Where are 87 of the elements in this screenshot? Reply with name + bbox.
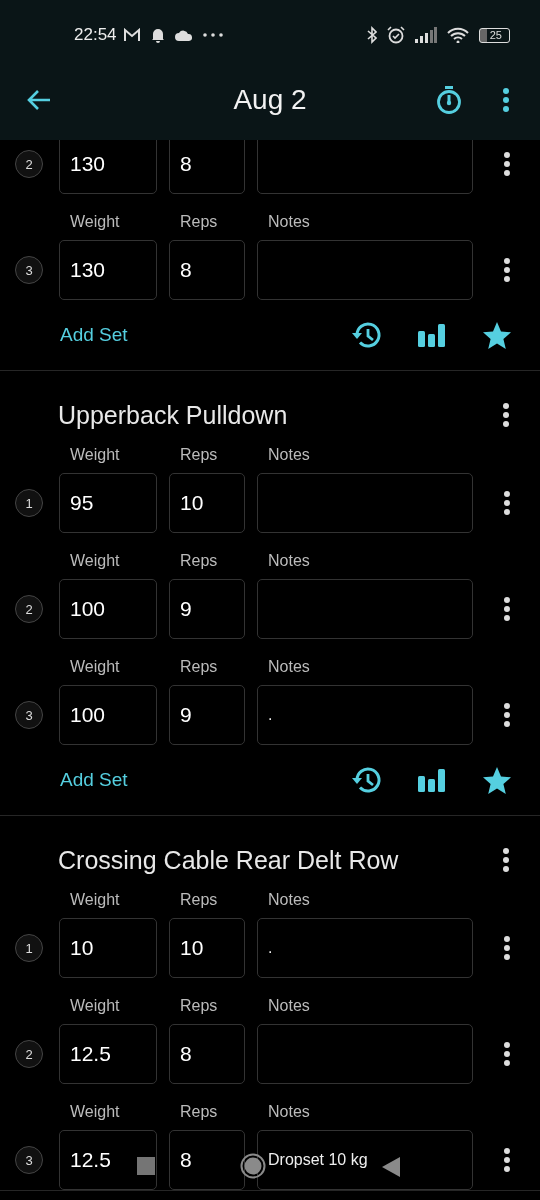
field-label: Notes — [268, 891, 310, 909]
reps-field[interactable]: 9 — [169, 685, 245, 745]
field-label: Reps — [180, 1103, 218, 1121]
bar-chart-icon[interactable] — [418, 323, 446, 347]
reps-field[interactable]: 8 — [169, 1130, 245, 1190]
weight-field[interactable]: 130 — [59, 140, 157, 194]
cloud-icon — [174, 29, 193, 41]
notes-field[interactable]: . — [257, 685, 473, 745]
notes-field[interactable]: . — [257, 918, 473, 978]
more-options-icon[interactable] — [502, 848, 510, 872]
set-number: 1 — [15, 489, 43, 517]
more-options-icon[interactable] — [503, 258, 511, 282]
screen-title: Aug 2 — [232, 84, 308, 116]
field-label: Weight — [70, 446, 120, 464]
clock: 22:54 — [74, 25, 117, 45]
field-label: Weight — [70, 997, 120, 1015]
field-label: Reps — [180, 658, 218, 676]
mail-icon — [122, 28, 141, 42]
field-label: Reps — [180, 213, 218, 231]
stopwatch-icon[interactable] — [436, 85, 462, 115]
more-options-icon[interactable] — [503, 1148, 511, 1172]
more-options-icon[interactable] — [503, 491, 511, 515]
reps-field[interactable]: 10 — [169, 918, 245, 978]
bell-icon — [150, 27, 165, 43]
back-arrow-icon[interactable] — [26, 89, 52, 111]
field-label: Reps — [180, 891, 218, 909]
bluetooth-icon — [366, 26, 377, 44]
field-label: Reps — [180, 446, 218, 464]
set-number: 2 — [15, 150, 43, 178]
reps-field[interactable]: 8 — [169, 240, 245, 300]
add-set-button[interactable]: Add Set — [60, 320, 128, 350]
more-options-icon[interactable] — [503, 703, 511, 727]
reps-field[interactable]: 9 — [169, 579, 245, 639]
notes-field[interactable] — [257, 1024, 473, 1084]
more-options-icon[interactable] — [502, 403, 510, 427]
more-options-icon[interactable] — [503, 936, 511, 960]
set-number: 3 — [15, 1146, 43, 1174]
history-icon[interactable] — [352, 766, 382, 794]
field-label: Notes — [268, 446, 310, 464]
exercise-title: Crossing Cable Rear Delt Row — [58, 845, 399, 875]
signal-icon — [414, 27, 437, 43]
exercise-title: Upperback Pulldown — [58, 400, 288, 430]
field-label: Notes — [268, 997, 310, 1015]
weight-field[interactable]: 95 — [59, 473, 157, 533]
field-label: Weight — [70, 658, 120, 676]
field-label: Notes — [268, 213, 310, 231]
weight-field[interactable]: 130 — [59, 240, 157, 300]
alarm-icon — [386, 26, 405, 44]
set-number: 1 — [15, 934, 43, 962]
set-number: 2 — [15, 1040, 43, 1068]
field-label: Notes — [268, 1103, 310, 1121]
wifi-icon — [446, 27, 469, 43]
notes-field[interactable] — [257, 140, 473, 194]
battery-icon: 25 — [478, 27, 510, 43]
weight-field[interactable]: 100 — [59, 685, 157, 745]
star-icon[interactable] — [482, 320, 512, 350]
field-label: Weight — [70, 213, 120, 231]
more-icon — [202, 33, 223, 37]
add-set-button[interactable]: Add Set — [60, 765, 128, 795]
set-number: 3 — [15, 701, 43, 729]
weight-field[interactable]: 12.5 — [59, 1024, 157, 1084]
field-label: Notes — [268, 552, 310, 570]
weight-field[interactable]: 10 — [59, 918, 157, 978]
field-label: Weight — [70, 1103, 120, 1121]
field-label: Reps — [180, 997, 218, 1015]
field-label: Notes — [268, 658, 310, 676]
notes-field[interactable] — [257, 473, 473, 533]
notes-field[interactable] — [257, 579, 473, 639]
star-icon[interactable] — [482, 765, 512, 795]
home-icon[interactable] — [240, 1153, 266, 1179]
history-icon[interactable] — [352, 321, 382, 349]
set-number: 3 — [15, 256, 43, 284]
set-number: 2 — [15, 595, 43, 623]
back-icon[interactable] — [382, 1157, 400, 1177]
field-label: Weight — [70, 552, 120, 570]
menu-icon[interactable] — [502, 88, 510, 112]
reps-field[interactable]: 10 — [169, 473, 245, 533]
weight-field[interactable]: 100 — [59, 579, 157, 639]
field-label: Weight — [70, 891, 120, 909]
field-label: Reps — [180, 552, 218, 570]
reps-field[interactable]: 8 — [169, 1024, 245, 1084]
reps-field[interactable]: 8 — [169, 140, 245, 194]
more-options-icon[interactable] — [503, 597, 511, 621]
more-options-icon[interactable] — [503, 1042, 511, 1066]
bar-chart-icon[interactable] — [418, 768, 446, 792]
notes-field[interactable] — [257, 240, 473, 300]
more-options-icon[interactable] — [503, 152, 511, 176]
